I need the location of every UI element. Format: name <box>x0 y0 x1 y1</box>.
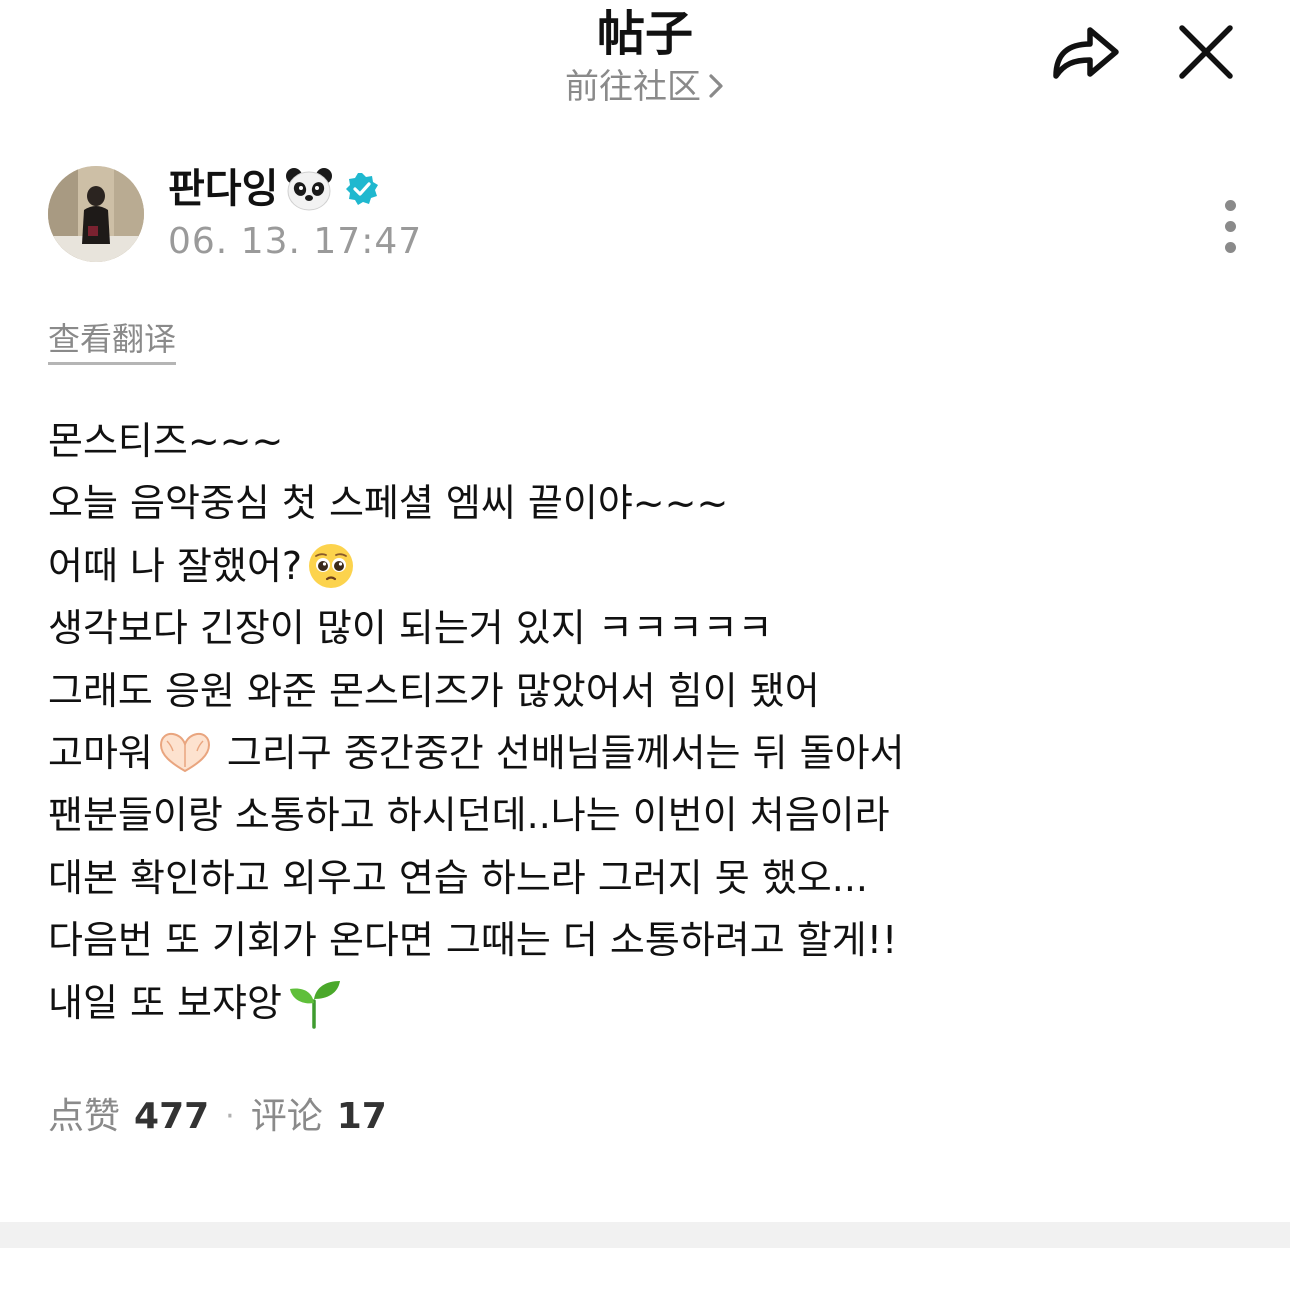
top-bar: 帖子 前往社区 <box>0 0 1290 120</box>
post-line: 다음번 또 기회가 온다면 그때는 더 소통하려고 할게!! <box>48 909 1248 971</box>
post-line: 대본 확인하고 외우고 연습 하느라 그러지 못 했오... <box>48 847 1248 909</box>
community-link-label: 前往社区 <box>565 67 701 107</box>
likes-label[interactable]: 点赞 <box>48 1094 120 1140</box>
post-line-text: 그리구 중간중간 선배님들께서는 뒤 돌아서 <box>226 731 905 776</box>
post-line-text: 몬스티즈~~~ <box>48 419 284 463</box>
author-name[interactable]: 판다잉 <box>168 164 278 214</box>
more-dot <box>1224 241 1236 253</box>
post-line-text: 팬분들이랑 소통하고 하시던데..나는 이번이 처음이라 <box>48 793 890 838</box>
more-options-button[interactable] <box>1200 186 1260 266</box>
share-button[interactable] <box>1046 14 1126 94</box>
post-line-text: 내일 또 보쟈앙 <box>48 980 282 1025</box>
chevron-right-icon <box>707 66 725 112</box>
post-line-text: 오늘 음악중심 첫 스페셜 엠씨 끝이야~~~ <box>48 481 729 526</box>
pleading-face-icon <box>306 541 356 591</box>
view-translation-link[interactable]: 查看翻译 <box>48 318 177 365</box>
more-dot <box>1224 220 1236 232</box>
post-line: 오늘 음악중심 첫 스페셜 엠씨 끝이야~~~ <box>48 472 1248 534</box>
post-line-text: 다음번 또 기회가 온다면 그때는 더 소통하려고 할게!! <box>48 918 898 963</box>
close-button[interactable] <box>1166 14 1246 94</box>
close-icon <box>1177 23 1235 85</box>
post-author: 판다잉 06. 13. 17:47 <box>48 164 1248 264</box>
post-line-text: 어때 나 잘했어? <box>48 543 303 588</box>
post-line: 고마워 그리구 중간중간 선배님들께서는 뒤 돌아서 <box>48 722 1248 784</box>
comments-count[interactable]: 17 <box>337 1094 387 1140</box>
post-line-text: 고마워 <box>48 731 153 776</box>
comments-label[interactable]: 评论 <box>251 1094 323 1140</box>
more-vertical-icon <box>1224 199 1236 211</box>
likes-count[interactable]: 477 <box>134 1094 209 1140</box>
post-line: 생각보다 긴장이 많이 되는거 있지 ㅋㅋㅋㅋㅋ <box>48 597 1248 659</box>
post-timestamp: 06. 13. 17:47 <box>168 221 423 262</box>
post-stats: 点赞 477 · 评论 17 <box>48 1094 387 1140</box>
verified-badge-icon <box>344 171 380 207</box>
section-divider <box>0 1222 1290 1248</box>
seedling-icon <box>286 977 342 1029</box>
post-line-text: 생각보다 긴장이 많이 되는거 있지 ㅋㅋㅋㅋㅋ <box>48 606 773 651</box>
panda-face-icon <box>284 166 334 212</box>
post-line: 내일 또 보쟈앙 <box>48 972 1248 1034</box>
heart-hands-icon <box>157 731 213 775</box>
post-line-text: 대본 확인하고 외우고 연습 하느라 그러지 못 했오... <box>48 855 868 900</box>
stats-separator: · <box>225 1099 235 1134</box>
share-arrow-icon <box>1050 20 1122 88</box>
avatar[interactable] <box>48 166 144 262</box>
post-content: 몬스티즈~~~ 오늘 음악중심 첫 스페셜 엠씨 끝이야~~~ 어때 나 잘했어… <box>48 410 1248 1034</box>
author-name-row: 판다잉 <box>168 164 380 214</box>
post-line: 어때 나 잘했어? <box>48 535 1248 597</box>
post-line-text: 그래도 응원 와준 몬스티즈가 많았어서 힘이 됐어 <box>48 668 820 713</box>
post-line: 그래도 응원 와준 몬스티즈가 많았어서 힘이 됐어 <box>48 660 1248 722</box>
post-line: 팬분들이랑 소통하고 하시던데..나는 이번이 처음이라 <box>48 784 1248 846</box>
post-line: 몬스티즈~~~ <box>48 410 1248 472</box>
